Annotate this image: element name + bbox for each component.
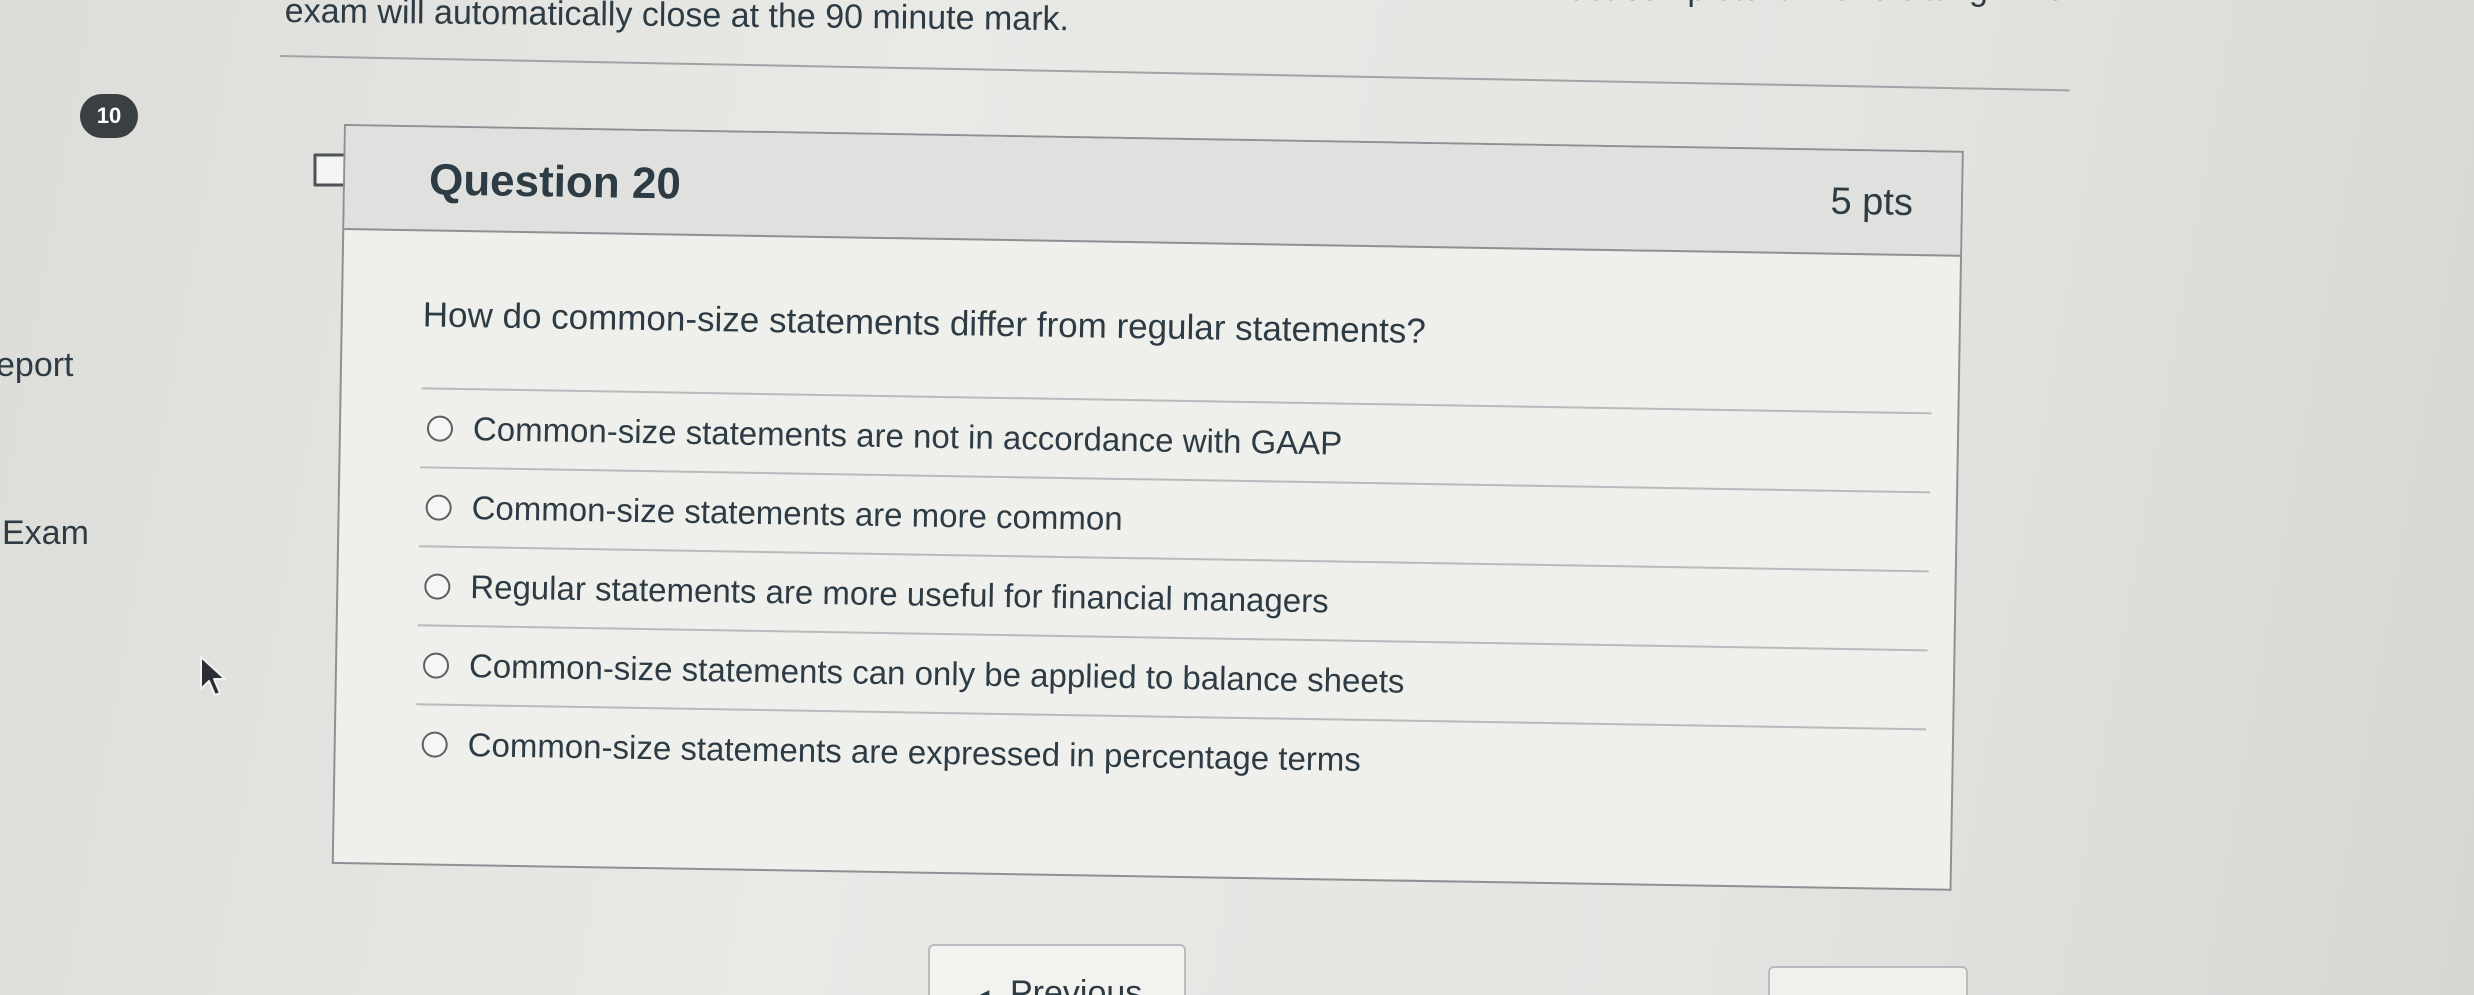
header-divider (279, 55, 2070, 92)
answer-label[interactable]: Common-size statements are not in accord… (473, 410, 1343, 462)
question-text: How do common-size statements differ fro… (422, 295, 1427, 351)
sidebar-link-report[interactable]: eport (0, 346, 74, 385)
radio-button[interactable] (421, 730, 448, 758)
question-title: Question 20 (428, 155, 682, 209)
radio-button[interactable] (426, 414, 454, 442)
notification-badge[interactable]: 10 (80, 94, 138, 138)
radio-button[interactable] (424, 572, 451, 600)
instructions-text: exam will automatically close at the 90 … (284, 0, 1070, 39)
question-points: 5 pts (1830, 180, 1914, 225)
sidebar-link-exam[interactable]: Exam (2, 514, 89, 553)
question-header: Question 20 5 pts (344, 126, 1962, 257)
answer-label[interactable]: Common-size statements are expressed in … (467, 726, 1361, 779)
radio-button[interactable] (425, 493, 452, 521)
answer-label[interactable]: Common-size statements can only be appli… (469, 647, 1405, 701)
answer-label[interactable]: Common-size statements are more common (471, 489, 1123, 538)
previous-button-label: Previous (1010, 974, 1143, 995)
answer-label[interactable]: Regular statements are more useful for f… (470, 568, 1329, 620)
radio-button[interactable] (422, 651, 450, 679)
chevron-left-icon: ◀ (974, 984, 989, 995)
instructions-text-fragment: must complete it in one sitting. The (1540, 0, 2065, 9)
answer-list: Common-size statements are not in accord… (415, 387, 1932, 808)
question-card: Question 20 5 pts How do common-size sta… (331, 124, 1964, 891)
previous-button[interactable]: ◀ Previous (928, 944, 1186, 995)
quiz-page: exam will automatically close at the 90 … (0, 0, 2474, 995)
mouse-cursor-icon (200, 656, 226, 696)
next-button[interactable] (1768, 966, 1968, 995)
